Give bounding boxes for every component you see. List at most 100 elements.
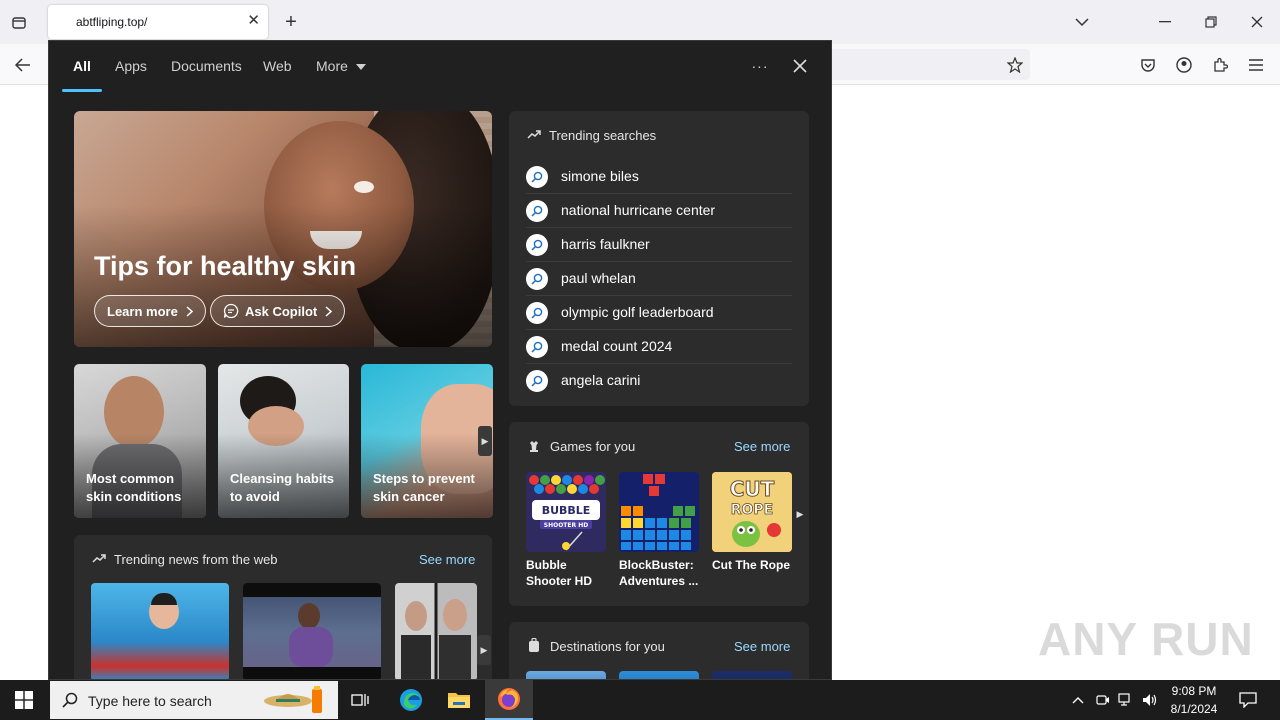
destination-tile[interactable] (526, 671, 606, 679)
search-icon (526, 370, 548, 392)
trending-search-item[interactable]: harris faulkner (526, 228, 792, 262)
search-icon (526, 302, 548, 324)
cards-next-arrow-icon[interactable]: ▶ (478, 426, 492, 456)
new-tab-button[interactable]: + (280, 11, 302, 33)
task-view-button[interactable] (336, 680, 384, 720)
news-tile-gymnast[interactable] (243, 583, 381, 679)
svg-text:BUBBLE: BUBBLE (542, 504, 591, 517)
destinations-box: Destinations for you See more (509, 622, 809, 679)
firefox-taskbar-button[interactable] (485, 680, 533, 720)
extensions-icon[interactable] (1209, 54, 1231, 76)
hero-title: Tips for healthy skin (94, 251, 357, 281)
card-cleansing-habits[interactable]: Cleansing habits to avoid (218, 364, 349, 518)
volume-icon[interactable] (1141, 691, 1159, 709)
task-view-icon (351, 694, 369, 706)
notifications-icon[interactable] (1238, 690, 1258, 710)
trending-search-item[interactable]: angela carini (526, 364, 792, 398)
trending-searches-title: Trending searches (549, 128, 657, 143)
back-arrow-icon[interactable] (12, 54, 34, 76)
windows-logo-icon (15, 691, 33, 709)
tab-all[interactable]: All (73, 58, 91, 74)
tab-more-label: More (316, 58, 348, 74)
game-tile-bubble-shooter[interactable]: BUBBLE SHOOTER HD (526, 472, 606, 552)
chevron-down-icon[interactable] (1072, 12, 1092, 32)
trending-search-text: harris faulkner (561, 236, 650, 252)
cut-the-rope-art: CUT ROPE (712, 472, 792, 552)
clock-date[interactable]: 8/1/2024 (1164, 702, 1224, 716)
game-tile-cut-the-rope[interactable]: CUT ROPE (712, 472, 792, 552)
bubble-shooter-art: BUBBLE SHOOTER HD (526, 472, 606, 552)
search-icon (526, 268, 548, 290)
taskbar-search-placeholder: Type here to search (88, 693, 212, 709)
edge-icon (400, 689, 422, 711)
browser-tab-bar: abtfliping.top/ ✕ + (0, 0, 1280, 44)
learn-more-label: Learn more (107, 303, 178, 319)
trending-search-text: paul whelan (561, 270, 636, 286)
games-next-arrow-icon[interactable]: ▶ (793, 499, 807, 529)
active-tab-indicator (62, 89, 102, 92)
restore-icon[interactable] (1201, 12, 1221, 32)
folder-icon (448, 693, 470, 708)
hero-banner[interactable]: Tips for healthy skin Learn more Ask Cop… (74, 111, 492, 347)
search-icon (526, 200, 548, 222)
svg-text:ROPE: ROPE (731, 502, 774, 518)
trending-search-item[interactable]: simone biles (526, 160, 792, 194)
close-window-icon[interactable] (1247, 12, 1267, 32)
search-icon (526, 336, 548, 358)
browser-tab[interactable]: abtfliping.top/ ✕ (48, 5, 268, 39)
search-icon (526, 234, 548, 256)
tab-documents[interactable]: Documents (171, 58, 242, 74)
trending-news-title: Trending news from the web (114, 552, 278, 567)
learn-more-button[interactable]: Learn more (94, 295, 206, 327)
tab-list-icon[interactable] (8, 12, 30, 34)
svg-text:CUT: CUT (730, 477, 775, 501)
trending-search-item[interactable]: national hurricane center (526, 194, 792, 228)
trending-search-item[interactable]: medal count 2024 (526, 330, 792, 364)
news-next-arrow-icon[interactable]: ▶ (477, 635, 491, 665)
game-label: Cut The Rope (712, 558, 790, 572)
tab-web[interactable]: Web (263, 58, 292, 74)
destination-tile[interactable] (619, 671, 699, 679)
tab-title: abtfliping.top/ (76, 15, 148, 29)
start-button[interactable] (0, 680, 48, 720)
bookmark-star-icon[interactable] (1004, 54, 1026, 76)
show-hidden-icons-icon[interactable] (1070, 692, 1086, 708)
destination-tile[interactable] (712, 671, 792, 679)
minimize-icon[interactable] (1155, 12, 1175, 32)
tab-more[interactable]: More (316, 58, 366, 74)
card-skin-conditions[interactable]: Most common skin conditions (74, 364, 206, 518)
games-see-more-link[interactable]: See more (734, 439, 790, 454)
more-options-icon[interactable]: ··· (749, 55, 771, 77)
card-skin-cancer[interactable]: Steps to prevent skin cancer (361, 364, 493, 518)
meet-now-icon[interactable] (1094, 691, 1112, 709)
tab-apps[interactable]: Apps (115, 58, 147, 74)
suit (401, 635, 431, 679)
clock-time[interactable]: 9:08 PM (1164, 684, 1224, 698)
file-explorer-taskbar-button[interactable] (435, 680, 483, 720)
news-tile-portraits[interactable] (395, 583, 477, 679)
chat-bubble-icon (223, 303, 239, 319)
account-icon[interactable] (1173, 54, 1195, 76)
swim-cap (151, 593, 177, 605)
close-tab-icon[interactable]: ✕ (247, 11, 260, 29)
news-tile-swimmer[interactable] (91, 583, 229, 679)
search-icon (62, 692, 78, 708)
destinations-title: Destinations for you (550, 639, 665, 654)
trending-search-item[interactable]: olympic golf leaderboard (526, 296, 792, 330)
taskbar-search-box[interactable]: Type here to search (50, 681, 338, 719)
network-icon[interactable] (1117, 691, 1135, 709)
trending-search-item[interactable]: paul whelan (526, 262, 792, 296)
games-title: Games for you (550, 439, 636, 454)
game-tile-blockbuster[interactable] (619, 472, 699, 552)
ask-copilot-button[interactable]: Ask Copilot (210, 295, 346, 327)
card-label: Steps to prevent skin cancer (373, 471, 475, 504)
close-panel-icon[interactable] (789, 55, 811, 77)
pocket-icon[interactable] (1137, 54, 1159, 76)
url-bar[interactable] (830, 49, 1030, 80)
trending-search-text: angela carini (561, 372, 641, 388)
trending-news-box: Trending news from the web See more ▶ (74, 535, 492, 679)
menu-icon[interactable] (1245, 54, 1267, 76)
edge-taskbar-button[interactable] (387, 680, 435, 720)
news-see-more-link[interactable]: See more (419, 552, 475, 567)
destinations-see-more-link[interactable]: See more (734, 639, 790, 654)
